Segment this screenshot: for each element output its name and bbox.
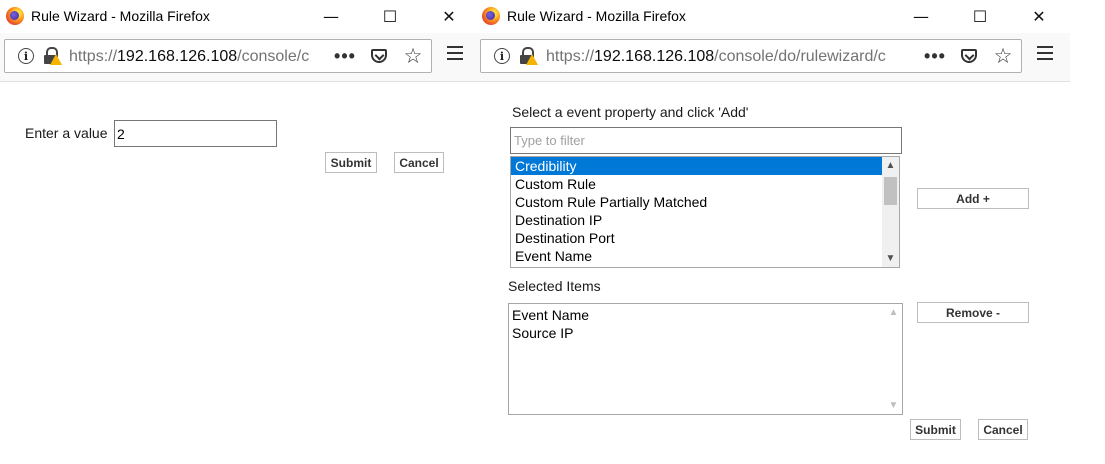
- minimize-button[interactable]: —: [898, 0, 944, 33]
- url-path: /console/do/rulewizard/c: [714, 48, 886, 65]
- close-button[interactable]: ✕: [426, 0, 472, 33]
- url-bar[interactable]: i https://192.168.126.108/console/do/rul…: [480, 39, 1022, 73]
- selected-items-list: Event Name Source IP: [509, 304, 902, 342]
- title-bar: Rule Wizard - Mozilla Firefox — ☐ ✕: [476, 0, 1070, 33]
- selected-item[interactable]: Source IP: [509, 324, 902, 342]
- url-prefix: https://: [546, 48, 595, 65]
- scroll-down-icon[interactable]: ▼: [882, 250, 899, 267]
- firefox-window-right: Rule Wizard - Mozilla Firefox — ☐ ✕ i ht…: [476, 0, 1070, 464]
- url-host: 192.168.126.108: [117, 48, 238, 65]
- url-text[interactable]: https://192.168.126.108/console/do/rulew…: [546, 48, 918, 66]
- property-option[interactable]: Event Name: [511, 247, 899, 265]
- page-actions-icon[interactable]: •••: [921, 40, 949, 72]
- selected-items-listbox[interactable]: Event Name Source IP ▲ ▼: [508, 303, 903, 415]
- window-title: Rule Wizard - Mozilla Firefox: [507, 8, 686, 24]
- title-bar: Rule Wizard - Mozilla Firefox — ☐ ✕: [0, 0, 476, 33]
- bookmark-star-icon[interactable]: ☆: [991, 40, 1015, 72]
- firefox-window-left: Rule Wizard - Mozilla Firefox — ☐ ✕ i ht…: [0, 0, 476, 464]
- url-host: 192.168.126.108: [594, 48, 715, 65]
- nav-bar: i https://192.168.126.108/console/do/rul…: [476, 33, 1070, 82]
- insecure-lock-icon[interactable]: [517, 40, 538, 72]
- add-button[interactable]: Add +: [917, 188, 1029, 209]
- scroll-up-icon[interactable]: ▲: [882, 157, 899, 174]
- property-list: Credibility Custom Rule Custom Rule Partia…: [511, 157, 899, 265]
- url-prefix: https://: [69, 48, 118, 65]
- scroll-thumb[interactable]: [884, 177, 897, 205]
- value-input[interactable]: [114, 120, 277, 147]
- url-text[interactable]: https://192.168.126.108/console/c: [69, 48, 327, 66]
- submit-button[interactable]: Submit: [910, 419, 961, 440]
- hamburger-menu-icon[interactable]: [1037, 46, 1053, 60]
- firefox-logo-icon: [6, 7, 24, 25]
- selected-items-scrollbar[interactable]: ▲ ▼: [885, 304, 902, 414]
- property-scrollbar[interactable]: ▲ ▼: [882, 157, 899, 267]
- remove-button[interactable]: Remove -: [917, 302, 1029, 323]
- property-option[interactable]: Credibility: [511, 157, 899, 175]
- url-bar[interactable]: i https://192.168.126.108/console/c ••• …: [4, 39, 432, 73]
- property-listbox[interactable]: Credibility Custom Rule Custom Rule Partia…: [510, 156, 900, 268]
- maximize-button[interactable]: ☐: [367, 0, 413, 33]
- selected-items-label: Selected Items: [508, 278, 601, 294]
- minimize-button[interactable]: —: [308, 0, 354, 33]
- firefox-logo-icon: [482, 7, 500, 25]
- site-info-icon[interactable]: i: [17, 40, 35, 72]
- selected-item[interactable]: Event Name: [509, 306, 902, 324]
- pocket-icon[interactable]: [959, 40, 979, 72]
- insecure-lock-icon[interactable]: [41, 40, 62, 72]
- maximize-button[interactable]: ☐: [957, 0, 1003, 33]
- hamburger-menu-icon[interactable]: [447, 46, 463, 60]
- close-button[interactable]: ✕: [1016, 0, 1062, 33]
- page-actions-icon[interactable]: •••: [331, 40, 359, 72]
- property-option[interactable]: Custom Rule Partially Matched: [511, 193, 899, 211]
- property-option[interactable]: Destination IP: [511, 211, 899, 229]
- nav-bar: i https://192.168.126.108/console/c ••• …: [0, 33, 476, 82]
- cancel-button[interactable]: Cancel: [394, 152, 444, 173]
- property-option[interactable]: Custom Rule: [511, 175, 899, 193]
- url-path: /console/c: [237, 48, 310, 65]
- bookmark-star-icon[interactable]: ☆: [401, 40, 425, 72]
- scroll-down-icon[interactable]: ▼: [885, 397, 902, 414]
- instruction-label: Select a event property and click 'Add': [512, 104, 749, 120]
- site-info-icon[interactable]: i: [493, 40, 511, 72]
- submit-button[interactable]: Submit: [325, 152, 377, 173]
- cancel-button[interactable]: Cancel: [978, 419, 1028, 440]
- value-label: Enter a value: [25, 125, 108, 141]
- window-title: Rule Wizard - Mozilla Firefox: [31, 8, 210, 24]
- pocket-icon[interactable]: [369, 40, 389, 72]
- property-option[interactable]: Destination Port: [511, 229, 899, 247]
- scroll-up-icon[interactable]: ▲: [885, 304, 902, 321]
- filter-input[interactable]: [510, 127, 902, 154]
